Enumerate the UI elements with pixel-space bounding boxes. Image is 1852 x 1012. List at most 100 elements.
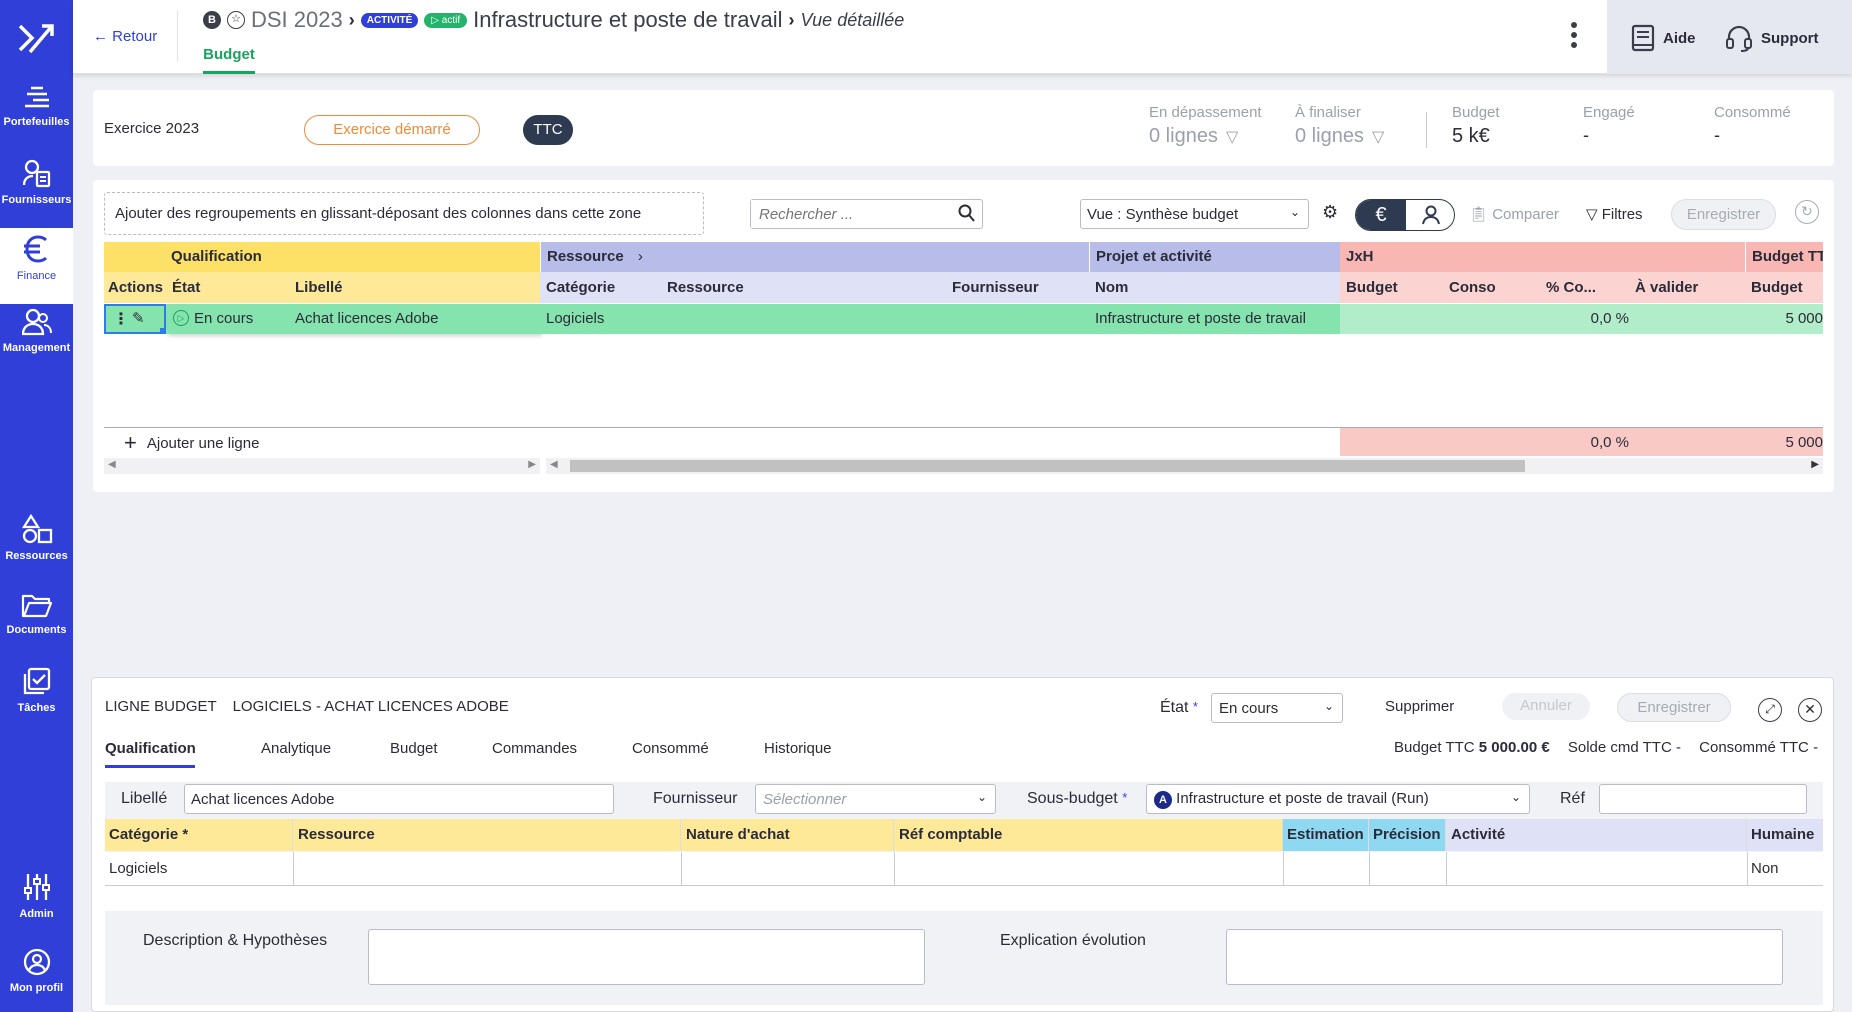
description-textarea[interactable]	[368, 929, 925, 985]
sidebar-item-documents[interactable]: Documents	[0, 592, 73, 636]
col-fournisseur[interactable]: Fournisseur	[946, 272, 1089, 303]
col-categorie[interactable]: Catégorie	[540, 272, 661, 303]
tab-historique[interactable]: Historique	[764, 740, 832, 757]
cancel-button[interactable]: Annuler	[1502, 693, 1590, 720]
project-link[interactable]: DSI 2023	[251, 7, 343, 33]
col-budget-ttc[interactable]: Budget	[1745, 272, 1823, 303]
detail-kind: LIGNE BUDGET	[105, 698, 217, 715]
state-select[interactable]: En cours ⌄	[1211, 693, 1343, 723]
ttc-toggle[interactable]: TTC	[523, 115, 573, 145]
detail-col-estimation[interactable]: Estimation	[1283, 819, 1369, 851]
detail-col-ressource[interactable]: Ressource	[293, 819, 681, 851]
col-pct-conso[interactable]: % Co...	[1540, 272, 1629, 303]
table-row-resource-part[interactable]: Logiciels Infrastructure et poste de tra…	[540, 304, 1340, 334]
search-input[interactable]	[751, 200, 946, 228]
col-conso[interactable]: Conso	[1443, 272, 1540, 303]
detail-save-button[interactable]: Enregistrer	[1617, 693, 1731, 722]
exercise-status-button[interactable]: Exercice démarré	[304, 115, 480, 145]
currency-toggle[interactable]: €	[1355, 199, 1455, 231]
edit-pencil-icon[interactable]: ✎	[132, 309, 145, 327]
table-row-values-part[interactable]: 0,0 % 5 000	[1340, 304, 1823, 334]
detail-table-row[interactable]: Logiciels Non	[105, 852, 1823, 886]
ref-field[interactable]	[1599, 784, 1807, 814]
expand-icon[interactable]: ⤢	[1758, 698, 1782, 722]
sous-budget-select[interactable]: A Infrastructure et poste de travail (Ru…	[1146, 784, 1530, 814]
table-row[interactable]: ▷ En cours Achat licences Adobe	[166, 304, 540, 334]
evolution-textarea[interactable]	[1226, 929, 1783, 985]
exercise-status-label: Exercice démarré	[333, 121, 451, 138]
col-budget[interactable]: Budget	[1340, 272, 1443, 303]
kebab-menu-icon[interactable]	[1568, 20, 1580, 54]
col-libelle[interactable]: Libellé	[289, 272, 540, 303]
tab-analytique[interactable]: Analytique	[261, 740, 331, 757]
support-button[interactable]: Support	[1725, 24, 1819, 52]
scroll-left-arrow[interactable]: ◀	[108, 459, 116, 470]
kpi-over[interactable]: En dépassement 0 lignes ▽	[1149, 104, 1262, 148]
detail-col-label: Précision	[1373, 826, 1441, 843]
grouping-drop-zone[interactable]: Ajouter des regroupements en glissant-dé…	[104, 192, 704, 235]
fournisseur-placeholder: Sélectionner	[763, 791, 847, 808]
col-ressource[interactable]: Ressource	[661, 272, 946, 303]
sous-budget-label: Sous-budget *	[1027, 790, 1127, 808]
view-select[interactable]: Vue : Synthèse budget ⌄	[1080, 199, 1309, 229]
detail-col-nature[interactable]: Nature d'achat	[681, 819, 894, 851]
sidebar-item-taches[interactable]: Tâches	[0, 666, 73, 714]
sidebar-item-admin[interactable]: Admin	[0, 872, 73, 920]
add-line-button[interactable]: + Ajouter une ligne	[124, 432, 259, 454]
left-scrollbar[interactable]: ◀ ▶	[104, 458, 540, 474]
close-icon[interactable]: ✕	[1798, 698, 1822, 722]
euro-toggle-icon[interactable]: €	[1356, 200, 1406, 230]
col-nom[interactable]: Nom	[1089, 272, 1340, 303]
tab-budget[interactable]: Budget	[203, 46, 255, 74]
compare-button[interactable]: 📋︎ Comparer	[1469, 205, 1559, 223]
tab-qualification[interactable]: Qualification	[105, 736, 196, 768]
sidebar-item-finance[interactable]: Finance	[0, 228, 73, 304]
detail-col-categorie[interactable]: Catégorie *	[105, 819, 293, 851]
grid-save-button[interactable]: Enregistrer	[1671, 199, 1776, 230]
scrollbar-thumb[interactable]	[570, 460, 1525, 472]
detail-col-humaine[interactable]: Humaine	[1747, 819, 1823, 851]
tab-commandes[interactable]: Commandes	[492, 740, 577, 757]
person-toggle-icon[interactable]	[1406, 200, 1454, 230]
back-link[interactable]: ← Retour	[93, 28, 157, 45]
col-a-valider[interactable]: À valider	[1629, 272, 1745, 303]
profile-icon	[23, 948, 50, 976]
row-actions-cell[interactable]: ⋮ ✎	[104, 304, 166, 334]
sidebar-item-ressources[interactable]: Ressources	[0, 514, 73, 562]
libelle-field[interactable]: Achat licences Adobe	[184, 784, 614, 814]
detail-col-activite[interactable]: Activité	[1446, 819, 1747, 851]
tab-consomme[interactable]: Consommé	[632, 740, 709, 757]
help-button[interactable]: Aide	[1631, 24, 1696, 52]
fournisseur-select[interactable]: Sélectionner ⌄	[755, 784, 996, 814]
logo[interactable]	[16, 18, 56, 58]
sidebar-item-mon-profil[interactable]: Mon profil	[0, 948, 73, 994]
chevron-right-icon: ›	[637, 248, 643, 265]
settings-gear-icon[interactable]: ⚙	[1322, 202, 1338, 223]
filter-icon: ▽	[1371, 128, 1385, 146]
delete-button[interactable]: Supprimer	[1385, 698, 1454, 715]
refresh-icon[interactable]: ↻	[1795, 200, 1819, 224]
filters-button[interactable]: ▽ Filtres	[1586, 205, 1643, 223]
row-menu-icon[interactable]: ⋮	[113, 309, 129, 329]
people-icon	[21, 308, 52, 336]
tab-budget[interactable]: Budget	[390, 740, 438, 757]
detail-col-ref-comptable[interactable]: Réf comptable	[894, 819, 1283, 851]
detail-col-precision[interactable]: Précision	[1369, 819, 1446, 851]
group-ressource[interactable]: Ressource ›	[540, 242, 1089, 272]
kpi-finalize[interactable]: À finaliser 0 lignes ▽	[1295, 104, 1384, 148]
star-icon[interactable]: ☆	[227, 11, 245, 29]
sidebar-item-management[interactable]: Management	[0, 308, 73, 354]
search-icon[interactable]	[958, 203, 976, 227]
col-etat[interactable]: État	[166, 272, 289, 303]
sidebar-item-portefeuilles[interactable]: Portefeuilles	[0, 84, 73, 128]
scroll-right-arrow[interactable]: ▶	[528, 459, 536, 470]
search-field[interactable]	[750, 199, 983, 229]
scroll-right-arrow[interactable]: ▶	[1811, 459, 1819, 470]
scroll-left-arrow[interactable]: ◀	[550, 459, 558, 470]
page-title: Infrastructure et poste de travail	[473, 7, 783, 32]
detail-cell-humaine: Non	[1751, 860, 1779, 877]
sidebar-item-fournisseurs[interactable]: Fournisseurs	[0, 158, 73, 206]
main-scrollbar[interactable]: ◀ ▶	[546, 458, 1823, 474]
resize-handle[interactable]	[160, 328, 164, 332]
col-actions[interactable]: Actions	[104, 272, 166, 303]
